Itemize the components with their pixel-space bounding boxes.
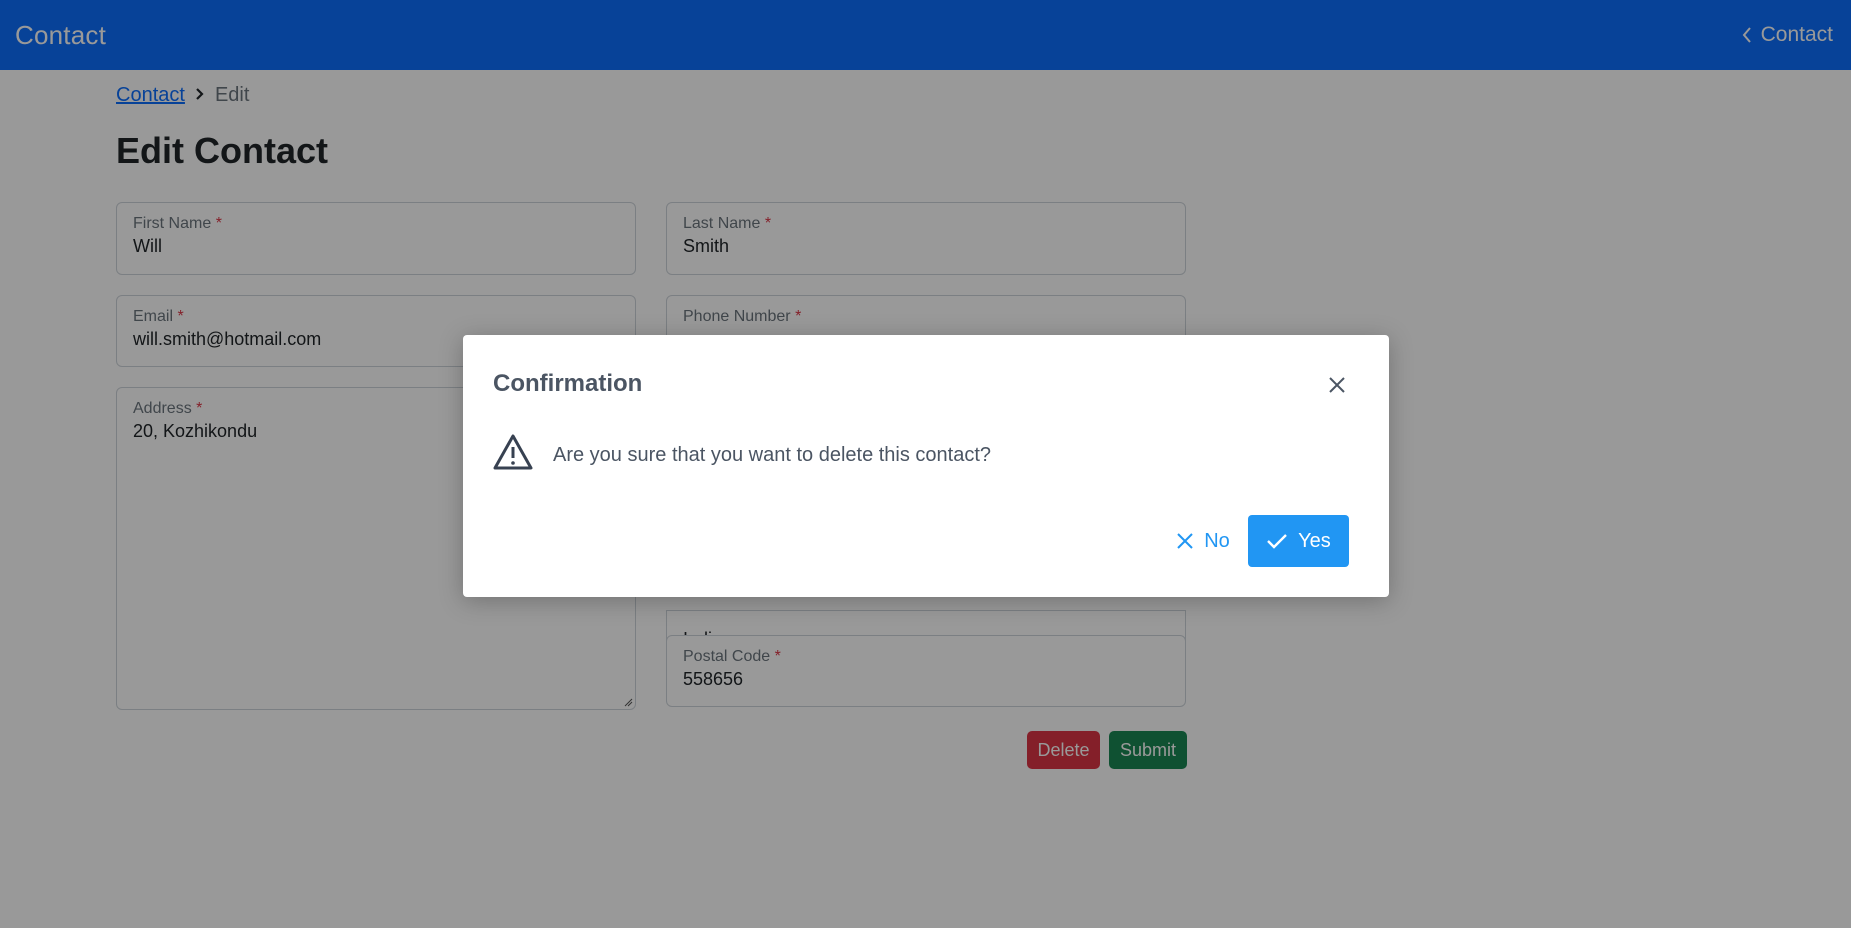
yes-button[interactable]: Yes [1248, 515, 1349, 567]
no-button-label: No [1204, 529, 1230, 552]
warning-triangle-icon [493, 434, 533, 470]
dialog-message: Are you sure that you want to delete thi… [553, 444, 992, 466]
dialog-title: Confirmation [493, 370, 643, 397]
confirmation-dialog: Confirmation Are you sure that you want … [463, 335, 1389, 597]
close-icon[interactable] [1323, 371, 1351, 399]
no-button[interactable]: No [1152, 515, 1254, 567]
close-x-icon [1177, 533, 1193, 549]
yes-button-label: Yes [1298, 529, 1331, 552]
checkmark-icon [1267, 534, 1288, 549]
